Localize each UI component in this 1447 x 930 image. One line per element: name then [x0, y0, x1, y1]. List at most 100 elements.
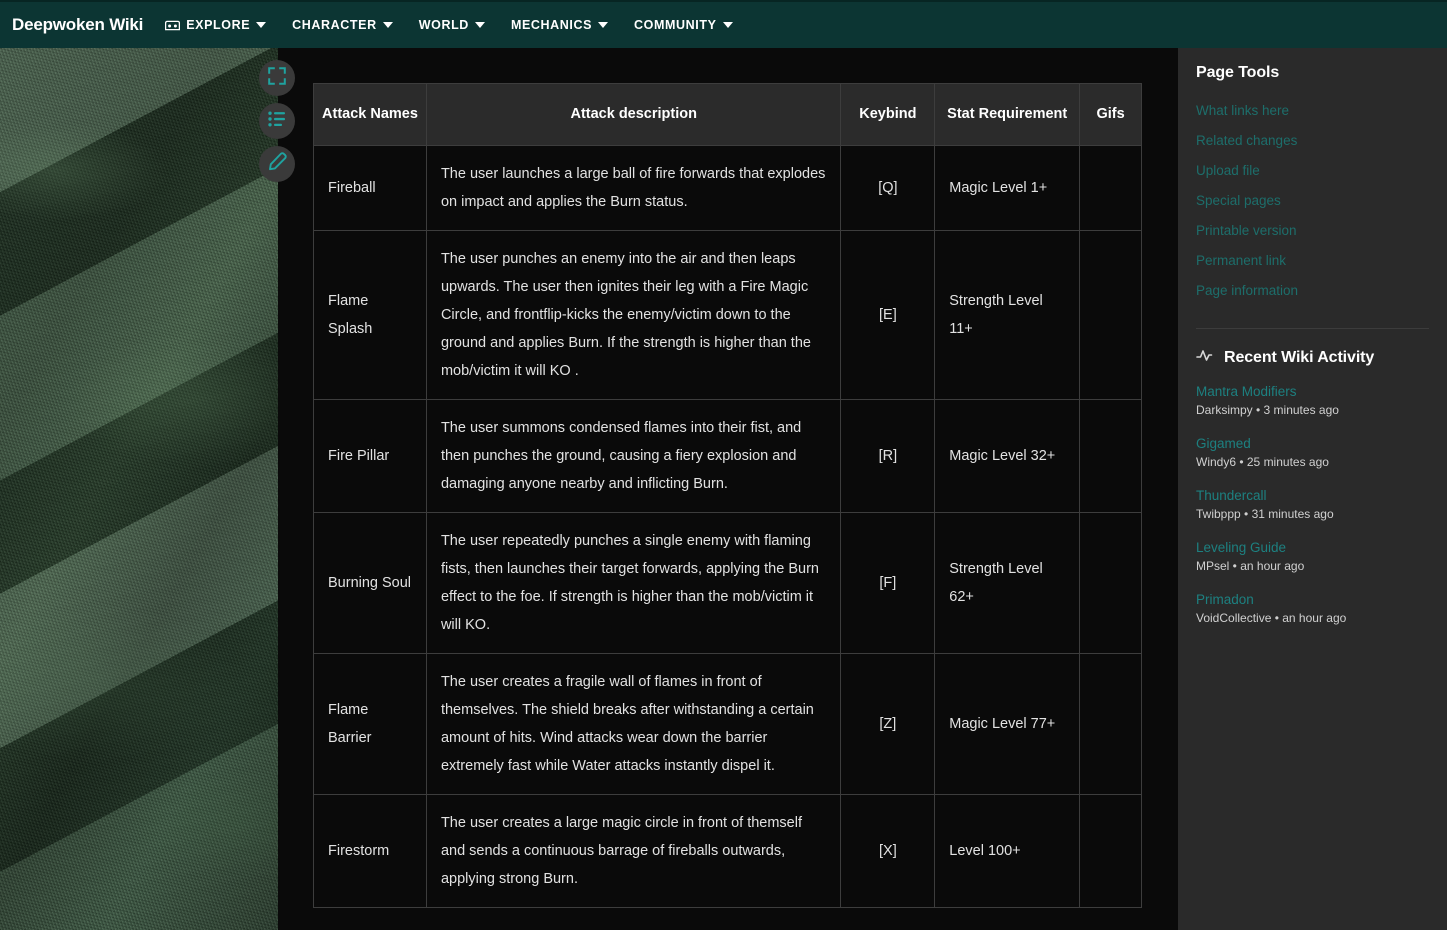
column-header-gifs: Gifs [1079, 83, 1142, 146]
activity-pulse-icon [1196, 347, 1216, 368]
activity-page-link[interactable]: Thundercall [1196, 486, 1429, 505]
sidebar-link-special-pages[interactable]: Special pages [1196, 186, 1429, 216]
activity-entry: Thundercall Twibppp • 31 minutes ago [1196, 486, 1429, 524]
nav-label: COMMUNITY [634, 17, 717, 32]
cell-keybind: [X] [840, 794, 936, 908]
cell-attack-name: Burning Soul [313, 512, 427, 654]
cell-stat-requirement: Magic Level 77+ [934, 653, 1081, 795]
cell-attack-description: The user creates a large magic circle in… [425, 794, 842, 908]
activity-meta: Windy6 • 25 minutes ago [1196, 455, 1329, 469]
edit-pencil-icon [268, 152, 287, 176]
activity-meta: Twibppp • 31 minutes ago [1196, 507, 1334, 521]
cell-attack-name: Fire Pillar [313, 399, 427, 513]
activity-page-link[interactable]: Leveling Guide [1196, 538, 1429, 557]
sidebar-link-upload-file[interactable]: Upload file [1196, 156, 1429, 186]
cell-attack-name: Flame Splash [313, 230, 427, 400]
fullscreen-icon [268, 66, 286, 90]
cell-keybind: [R] [840, 399, 936, 513]
compass-icon [165, 19, 181, 32]
cell-stat-requirement: Magic Level 1+ [934, 145, 1081, 231]
site-brand-title[interactable]: Deepwoken Wiki [12, 15, 143, 35]
nav-label: MECHANICS [510, 17, 593, 32]
cell-gif [1079, 794, 1142, 908]
floating-action-button-group [259, 60, 295, 182]
column-header-stat-requirement: Stat Requirement [934, 83, 1081, 146]
cell-attack-name: Flame Barrier [313, 653, 427, 795]
cell-stat-requirement: Strength Level 11+ [934, 230, 1081, 400]
table-row: Flame Splash The user punches an enemy i… [313, 230, 1142, 400]
sidebar-link-what-links-here[interactable]: What links here [1196, 96, 1429, 126]
chevron-down-icon [474, 22, 485, 28]
cell-keybind: [Q] [840, 145, 936, 231]
edit-page-button[interactable] [259, 146, 295, 182]
contents-list-icon [268, 111, 286, 132]
nav-item-character[interactable]: CHARACTER [292, 19, 393, 32]
nav-item-explore[interactable]: EXPLORE [165, 17, 267, 32]
column-header-description: Attack description [425, 83, 842, 146]
chevron-down-icon [598, 22, 609, 28]
cell-attack-description: The user launches a large ball of fire f… [425, 145, 842, 231]
table-row: Flame Barrier The user creates a fragile… [313, 653, 1142, 795]
activity-entry: Primadon VoidCollective • an hour ago [1196, 590, 1429, 628]
chevron-down-icon [256, 22, 267, 28]
cell-keybind: [Z] [840, 653, 936, 795]
column-header-attack-names: Attack Names [313, 83, 427, 146]
cell-stat-requirement: Strength Level 62+ [934, 512, 1081, 654]
cell-attack-description: The user repeatedly punches a single ene… [425, 512, 842, 654]
activity-page-link[interactable]: Gigamed [1196, 434, 1429, 453]
nav-item-mechanics[interactable]: MECHANICS [510, 17, 609, 32]
article-content-area: Attack Names Attack description Keybind … [278, 48, 1178, 930]
sidebar-link-page-information[interactable]: Page information [1196, 276, 1429, 306]
cell-attack-description: The user summons condensed flames into t… [425, 399, 842, 513]
attacks-table: Attack Names Attack description Keybind … [313, 83, 1142, 908]
activity-entry: Mantra Modifiers Darksimpy • 3 minutes a… [1196, 382, 1429, 420]
sidebar-link-printable-version[interactable]: Printable version [1196, 216, 1429, 246]
cell-gif [1079, 230, 1142, 400]
column-header-keybind: Keybind [840, 83, 936, 146]
cell-attack-description: The user punches an enemy into the air a… [425, 230, 842, 400]
chevron-down-icon [382, 22, 393, 28]
page-tools-heading: Page Tools [1196, 64, 1280, 81]
cell-attack-name: Fireball [313, 145, 427, 231]
table-body: Fireball The user launches a large ball … [313, 145, 1142, 908]
cell-gif [1079, 653, 1142, 795]
right-sidebar: Page Tools What links here Related chang… [1178, 48, 1447, 930]
activity-entry: Gigamed Windy6 • 25 minutes ago [1196, 434, 1429, 472]
recent-activity-heading: Recent Wiki Activity [1224, 348, 1375, 366]
cell-gif [1079, 145, 1142, 231]
cell-gif [1079, 512, 1142, 654]
sidebar-link-related-changes[interactable]: Related changes [1196, 126, 1429, 156]
fullscreen-button[interactable] [259, 60, 295, 96]
sidebar-divider [1196, 328, 1429, 329]
activity-page-link[interactable]: Primadon [1196, 590, 1429, 609]
top-navigation-bar: Deepwoken Wiki EXPLORE CHARACTER WORLD M… [0, 0, 1447, 48]
nav-item-world[interactable]: WORLD [419, 19, 485, 32]
background-terrain-image [0, 48, 278, 930]
cell-stat-requirement: Level 100+ [934, 794, 1081, 908]
activity-meta: Darksimpy • 3 minutes ago [1196, 403, 1339, 417]
activity-entry: Leveling Guide MPsel • an hour ago [1196, 538, 1429, 576]
activity-meta: MPsel • an hour ago [1196, 559, 1305, 573]
recent-activity-heading-row: Recent Wiki Activity [1196, 347, 1429, 368]
cell-attack-name: Firestorm [313, 794, 427, 908]
activity-page-link[interactable]: Mantra Modifiers [1196, 382, 1429, 401]
table-header: Attack Names Attack description Keybind … [313, 83, 1142, 146]
sidebar-link-permanent-link[interactable]: Permanent link [1196, 246, 1429, 276]
cell-stat-requirement: Magic Level 32+ [934, 399, 1081, 513]
nav-label: EXPLORE [186, 17, 251, 32]
cell-keybind: [F] [840, 512, 936, 654]
nav-label: CHARACTER [292, 17, 377, 32]
cell-keybind: [E] [840, 230, 936, 400]
table-row: Fireball The user launches a large ball … [313, 145, 1142, 231]
table-header-row: Attack Names Attack description Keybind … [313, 83, 1142, 146]
cell-gif [1079, 399, 1142, 513]
contents-list-button[interactable] [259, 103, 295, 139]
cell-attack-description: The user creates a fragile wall of flame… [425, 653, 842, 795]
table-row: Fire Pillar The user summons condensed f… [313, 399, 1142, 513]
chevron-down-icon [722, 22, 733, 28]
table-row: Burning Soul The user repeatedly punches… [313, 512, 1142, 654]
nav-item-community[interactable]: COMMUNITY [634, 17, 733, 32]
activity-meta: VoidCollective • an hour ago [1196, 611, 1347, 625]
table-row: Firestorm The user creates a large magic… [313, 794, 1142, 908]
nav-label: WORLD [418, 17, 469, 32]
